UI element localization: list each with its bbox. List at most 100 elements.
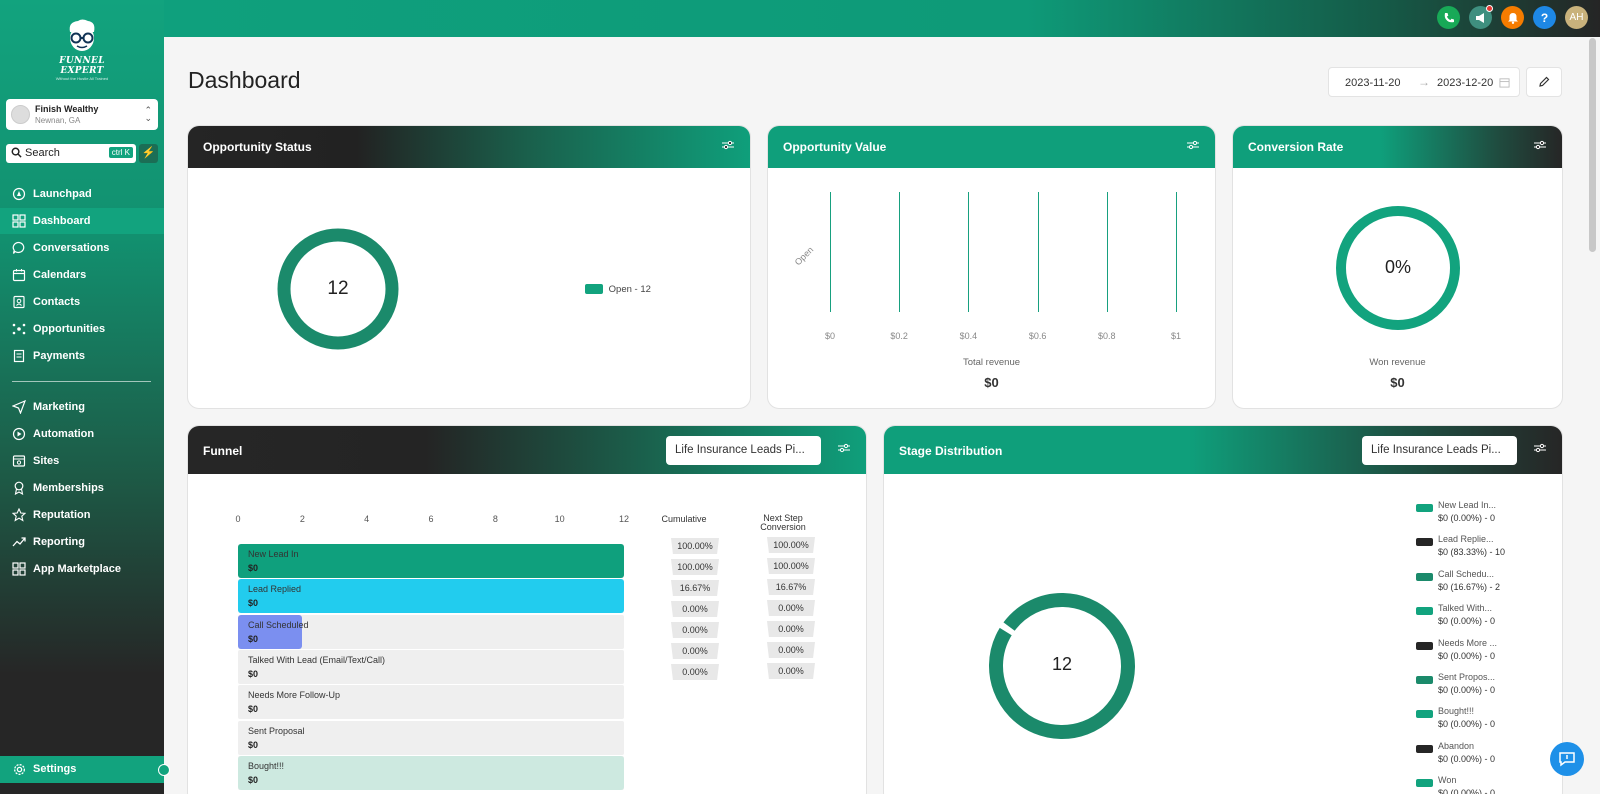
company-logo[interactable]: FUNNEL EXPERT Without the Hustle All Tra… (40, 18, 124, 81)
sidebar-item-marketing[interactable]: Marketing (0, 394, 164, 420)
funnel-stage-row[interactable]: New Lead In $0 (238, 544, 624, 578)
legend-stage-name: Sent Propos... (1438, 672, 1496, 682)
location-switcher[interactable]: Finish Wealthy Newnan, GA ⌃ ⌄ (6, 99, 158, 130)
next-step-value: 0.00% (767, 642, 815, 658)
legend-swatch (1416, 744, 1433, 753)
filter-icon[interactable] (1534, 140, 1546, 150)
sidebar-item-payments[interactable]: Payments (0, 343, 164, 369)
sidebar-item-dashboard[interactable]: Dashboard (0, 208, 164, 234)
card-title: Funnel (203, 444, 243, 458)
sidebar-item-sites[interactable]: Sites (0, 448, 164, 474)
total-revenue-value: $0 (984, 375, 999, 390)
notifications-button[interactable] (1501, 6, 1524, 29)
pipeline-select-value: Life Insurance Leads Pi... (675, 444, 805, 456)
legend-swatch (1416, 676, 1433, 684)
edit-dashboard-button[interactable] (1526, 67, 1562, 97)
y-axis-label: Open (792, 244, 816, 268)
cumulative-value: 100.00% (671, 538, 719, 554)
stage-distribution-card: Stage Distribution Life Insurance Leads … (883, 425, 1563, 794)
grid-line (899, 192, 901, 312)
funnel-stage-name: Lead Replied (248, 584, 302, 595)
funnel-stage-row[interactable]: Bought!!! $0 (238, 755, 624, 790)
x-tick-label: $0.8 (1098, 331, 1116, 341)
sidebar-item-label: Conversations (33, 242, 110, 254)
phone-icon (1444, 12, 1454, 22)
won-revenue-value: $0 (1390, 375, 1405, 390)
cumulative-value: 0.00% (671, 643, 719, 659)
legend-swatch (1416, 504, 1433, 512)
funnel-stage-row[interactable]: Call Scheduled $0 (238, 614, 624, 649)
donut-total: 12 (1051, 654, 1073, 674)
grid-line (1037, 192, 1039, 312)
sidebar-collapse-button[interactable] (158, 764, 170, 776)
sidebar-item-label: Automation (33, 428, 95, 440)
sidebar-item-label: Opportunities (33, 323, 106, 335)
location-avatar (11, 105, 30, 124)
card-header: Conversion Rate (1233, 126, 1562, 168)
trend-icon (12, 535, 26, 549)
pipeline-select[interactable]: Life Insurance Leads Pi... (1362, 436, 1517, 465)
x-tick-label: $0 (824, 331, 835, 341)
search-input[interactable]: Search ctrl K (6, 144, 136, 163)
pipeline-select[interactable]: Life Insurance Leads Pi... (666, 436, 821, 465)
search-icon (11, 147, 22, 158)
sidebar-item-label: Reporting (33, 536, 85, 548)
funnel-stage-value: $0 (248, 598, 259, 609)
sidebar-item-memberships[interactable]: Memberships (0, 475, 164, 501)
grid-line (1176, 192, 1177, 312)
legend-swatch (1416, 641, 1433, 650)
funnel-stage-value: $0 (248, 704, 259, 715)
card-header: Funnel Life Insurance Leads Pi... (188, 426, 866, 474)
donut-total: 12 (327, 278, 349, 299)
sidebar-item-settings[interactable]: Settings (0, 756, 164, 783)
scrollbar[interactable] (1589, 38, 1596, 252)
payments-icon (12, 349, 26, 363)
sidebar-item-calendars[interactable]: Calendars (0, 262, 164, 288)
settings-row: Settings (0, 756, 164, 782)
funnel-stage-value: $0 (248, 563, 259, 573)
sidebar-item-launchpad[interactable]: Launchpad (0, 181, 164, 207)
sidebar-item-conversations[interactable]: Conversations (0, 235, 164, 261)
sidebar-item-automation[interactable]: Automation (0, 421, 164, 447)
legend-stage-name: Bought!!! (1438, 706, 1475, 717)
grid-line (1106, 192, 1108, 312)
top-bar: ? AH (164, 0, 1600, 37)
chat-widget-button[interactable] (1550, 742, 1584, 776)
x-tick-label: $0.4 (959, 331, 978, 341)
sidebar-item-label: Calendars (33, 269, 87, 281)
next-step-value: 0.00% (767, 621, 815, 637)
funnel-stage-row[interactable]: Sent Proposal $0 (238, 720, 624, 755)
funnel-stage-value: $0 (248, 774, 259, 785)
opportunity-value-card: Opportunity Value Open $0 $0.2 $0.4 $0.6 $0.… (767, 125, 1216, 409)
filter-icon[interactable] (722, 140, 734, 150)
sidebar-item-reputation[interactable]: Reputation (0, 502, 164, 528)
filter-icon[interactable] (1534, 443, 1546, 453)
won-revenue-label: Won revenue (1369, 357, 1426, 368)
card-header: Stage Distribution Life Insurance Leads … (884, 426, 1562, 474)
phone-button[interactable] (1437, 6, 1460, 29)
funnel-axis-tick: 12 (618, 514, 629, 524)
help-icon: ? (1540, 10, 1549, 25)
announcements-button[interactable] (1469, 5, 1493, 29)
funnel-axis-tick: 8 (492, 514, 498, 524)
sidebar-item-label: Dashboard (33, 215, 91, 227)
quick-action-button[interactable]: ⚡ (139, 144, 158, 163)
star-icon (12, 508, 26, 522)
help-button[interactable]: ? (1533, 6, 1556, 29)
funnel-stage-row[interactable]: Needs More Follow-Up $0 (238, 685, 624, 720)
funnel-stage-row[interactable]: Lead Replied $0 (238, 579, 624, 614)
user-avatar[interactable]: AH (1565, 6, 1588, 29)
filter-icon[interactable] (838, 443, 850, 453)
sidebar-item-app-marketplace[interactable]: App Marketplace (0, 556, 164, 582)
grid-icon (12, 214, 26, 228)
filter-icon[interactable] (1187, 140, 1199, 150)
sidebar-item-label: Contacts (33, 296, 81, 308)
sidebar-item-reporting[interactable]: Reporting (0, 529, 164, 555)
funnel-stage-row[interactable]: Talked With Lead (Email/Text/Call) $0 (238, 649, 624, 684)
legend-stage-name: Won (1438, 775, 1457, 786)
logo-tagline: Without the Hustle All Trained (55, 76, 109, 81)
sidebar-item-contacts[interactable]: Contacts (0, 289, 164, 315)
sidebar-item-opportunities[interactable]: Opportunities (0, 316, 164, 342)
legend-stage-value: $0 (0.00%) - 0 (1438, 685, 1496, 695)
date-range-picker[interactable]: 2023-11-20 → 2023-12-20 (1328, 67, 1520, 97)
